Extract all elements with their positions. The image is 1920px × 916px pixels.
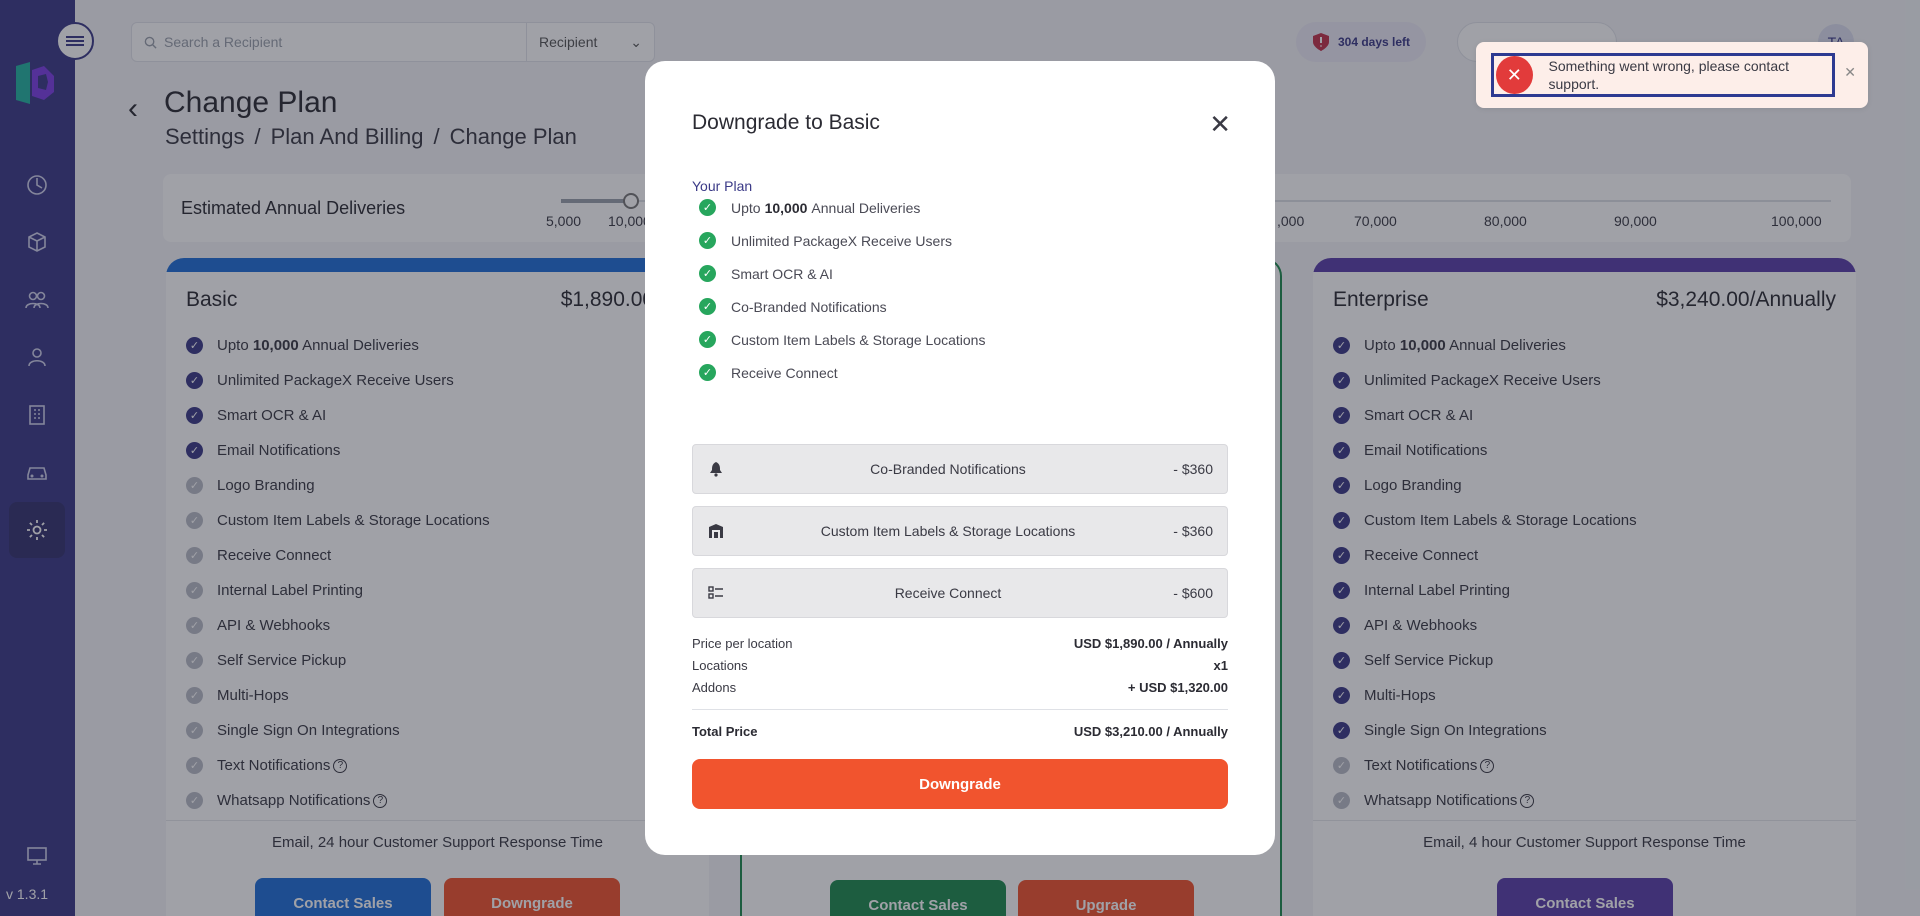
modal-feature: ✓ Custom Item Labels & Storage Locations (699, 323, 985, 356)
modal-feature: ✓ Unlimited PackageX Receive Users (699, 224, 985, 257)
feature-text: Co-Branded Notifications (731, 298, 887, 315)
error-icon: ✕ (1496, 56, 1533, 94)
check-circle-icon: ✓ (699, 199, 716, 216)
addon-row[interactable]: Co-Branded Notifications - $360 (692, 444, 1228, 494)
toast-content: ✕ Something went wrong, please contact s… (1491, 53, 1835, 97)
toast-message: Something went wrong, please contact sup… (1548, 58, 1789, 92)
price-per-location-row: Price per location USD $1,890.00 / Annua… (692, 636, 1228, 651)
price-per-location-label: Price per location (692, 636, 793, 651)
feature-text: Unlimited PackageX Receive Users (731, 232, 952, 249)
addons-row: Addons + USD $1,320.00 (692, 680, 1228, 695)
check-circle-icon: ✓ (699, 265, 716, 282)
addon-name: Co-Branded Notifications (870, 461, 1026, 477)
divider (692, 709, 1228, 710)
feature-text: Smart OCR & AI (731, 265, 833, 282)
addons-label: Addons (692, 680, 737, 695)
addons-value: + USD $1,320.00 (1127, 680, 1228, 695)
addon-price: - $360 (1173, 461, 1213, 477)
addon-row[interactable]: Custom Item Labels & Storage Locations -… (692, 506, 1228, 556)
addon-price: - $360 (1173, 523, 1213, 539)
addon-name: Receive Connect (894, 585, 1002, 601)
locations-label: Locations (692, 658, 748, 673)
check-circle-icon: ✓ (699, 298, 716, 315)
addon-name: Custom Item Labels & Storage Locations (820, 523, 1076, 539)
locations-value: x1 (1213, 658, 1228, 673)
close-icon[interactable]: ✕ (1209, 109, 1231, 140)
check-circle-icon: ✓ (699, 364, 716, 381)
modal-feature: ✓ Receive Connect (699, 356, 985, 389)
locations-row: Locations x1 (692, 658, 1228, 673)
storage-icon (693, 523, 739, 539)
feature-text: Custom Item Labels & Storage Locations (731, 331, 986, 348)
feature-text: Upto 10,000 Annual Deliveries (731, 199, 921, 216)
addon-price: - $600 (1173, 585, 1213, 601)
close-icon[interactable]: ✕ (1844, 64, 1856, 81)
addon-row[interactable]: Receive Connect - $600 (692, 568, 1228, 618)
downgrade-modal: Downgrade to Basic ✕ Your Plan ✓ Upto 10,0… (645, 61, 1275, 855)
feature-text: Receive Connect (731, 364, 838, 381)
price-per-location-value: USD $1,890.00 / Annually (1073, 636, 1228, 651)
total-price-row: Total Price USD $3,210.00 / Annually (692, 724, 1228, 739)
check-circle-icon: ✓ (699, 331, 716, 348)
total-price-value: USD $3,210.00 / Annually (1073, 724, 1228, 739)
list-icon (693, 586, 739, 600)
modal-feature: ✓ Smart OCR & AI (699, 257, 985, 290)
error-toast: ✕ Something went wrong, please contact s… (1476, 42, 1868, 108)
modal-feature-list: ✓ Upto 10,000 Annual Deliveries ✓ Unlimited P… (699, 191, 985, 389)
total-price-label: Total Price (692, 724, 758, 739)
modal-title: Downgrade to Basic (692, 111, 880, 134)
bell-icon (693, 461, 739, 477)
confirm-downgrade-button[interactable]: Downgrade (692, 759, 1228, 809)
check-circle-icon: ✓ (699, 232, 716, 249)
modal-feature: ✓ Co-Branded Notifications (699, 290, 985, 323)
modal-feature: ✓ Upto 10,000 Annual Deliveries (699, 191, 985, 224)
